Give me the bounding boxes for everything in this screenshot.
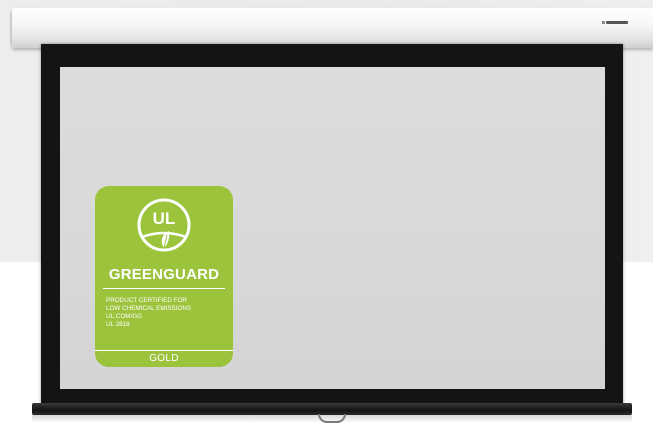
brand-logo-icon <box>602 21 628 24</box>
badge-level: GOLD <box>149 353 179 364</box>
ul-leaf-icon: UL <box>137 198 191 252</box>
badge-line-3: UL.COM/GG <box>106 313 143 320</box>
badge-line-4: UL 2818 <box>106 321 130 328</box>
screen-housing <box>12 8 653 48</box>
badge-line-1: PRODUCT CERTIFIED FOR <box>106 297 187 304</box>
ul-emblem-text: UL <box>153 209 176 228</box>
greenguard-badge: UL GREENGUARD PRODUCT CERTIFIED FOR LOW … <box>95 186 233 367</box>
badge-title: GREENGUARD <box>108 266 220 283</box>
badge-divider <box>103 288 225 289</box>
badge-line-2: LOW CHEMICAL EMISSIONS <box>106 305 192 312</box>
